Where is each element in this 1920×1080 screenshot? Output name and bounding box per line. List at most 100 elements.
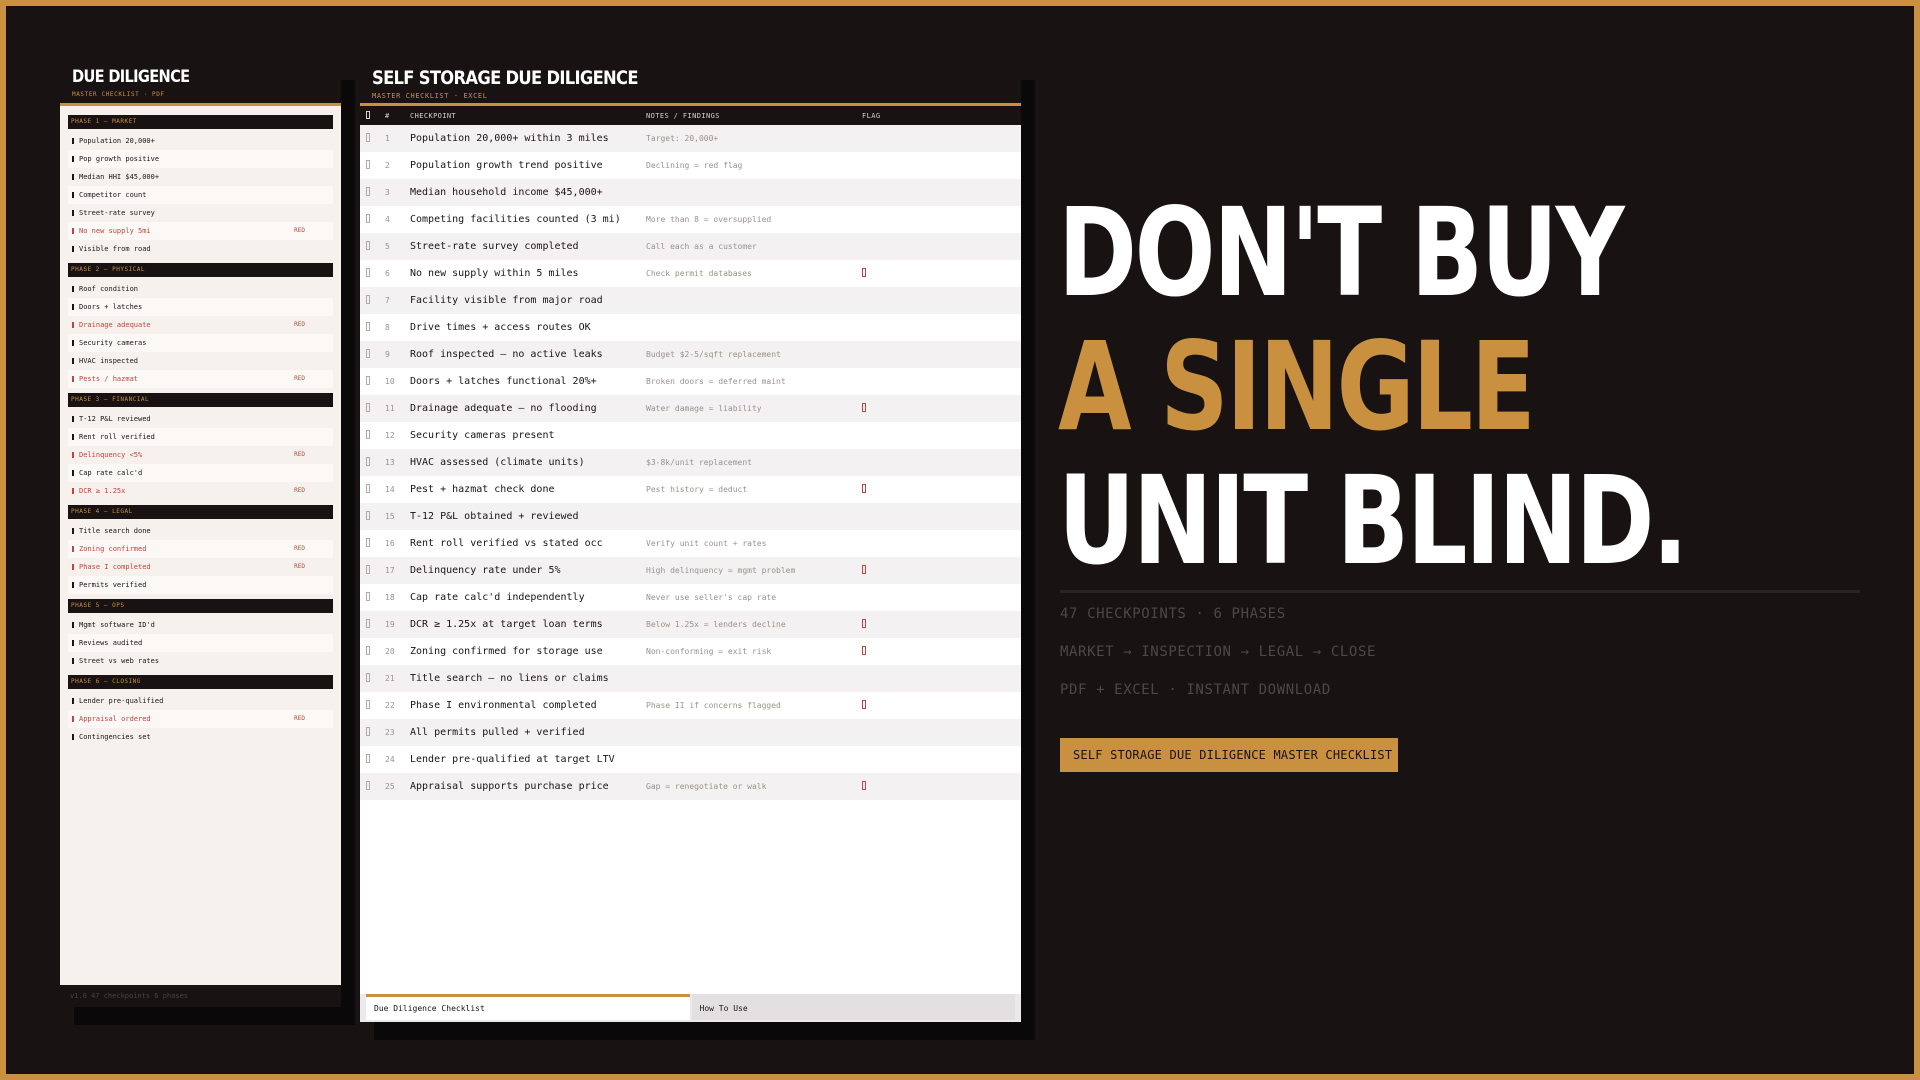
- table-row[interactable]: 10 Doors + latches functional 20%+ Broken …: [360, 368, 1021, 395]
- checkbox-icon[interactable]: [366, 159, 370, 169]
- row-checkbox[interactable]: [360, 348, 385, 361]
- row-checkbox[interactable]: [360, 456, 385, 469]
- row-checkbox[interactable]: [360, 618, 385, 631]
- checkbox-icon[interactable]: [366, 213, 370, 223]
- notes-cell[interactable]: Call each as a customer: [646, 242, 862, 251]
- table-row[interactable]: 19 DCR ≥ 1.25x at target loan terms Below …: [360, 611, 1021, 638]
- pdf-checklist-item[interactable]: DCR ≥ 1.25x RED: [68, 482, 333, 500]
- checkbox-icon[interactable]: [72, 174, 74, 180]
- notes-cell[interactable]: High delinquency = mgmt problem: [646, 566, 862, 575]
- row-checkbox[interactable]: [360, 429, 385, 442]
- pdf-checklist-item[interactable]: Pests / hazmat RED: [68, 370, 333, 388]
- flag-icon[interactable]: [862, 780, 866, 790]
- table-row[interactable]: 25 Appraisal supports purchase price Gap =…: [360, 773, 1021, 800]
- flag-icon[interactable]: [862, 699, 866, 709]
- pdf-checklist-item[interactable]: Title search done: [68, 522, 333, 540]
- tab-how-to-use[interactable]: How To Use: [691, 994, 1015, 1020]
- notes-cell[interactable]: Budget $2-5/sqft replacement: [646, 350, 862, 359]
- flag-cell[interactable]: [862, 564, 922, 577]
- row-checkbox[interactable]: [360, 753, 385, 766]
- checkbox-icon[interactable]: [366, 645, 370, 655]
- checkbox-icon[interactable]: [366, 699, 370, 709]
- table-row[interactable]: 24 Lender pre-qualified at target LTV: [360, 746, 1021, 773]
- row-checkbox[interactable]: [360, 321, 385, 334]
- flag-cell[interactable]: [862, 780, 922, 793]
- pdf-checklist-item[interactable]: Street-rate survey: [68, 204, 333, 222]
- checkbox-icon[interactable]: [72, 734, 74, 740]
- checkbox-icon[interactable]: [366, 132, 370, 142]
- checkbox-icon[interactable]: [72, 488, 74, 494]
- table-row[interactable]: 8 Drive times + access routes OK: [360, 314, 1021, 341]
- checkpoint-cell[interactable]: DCR ≥ 1.25x at target loan terms: [410, 619, 646, 630]
- checkpoint-cell[interactable]: No new supply within 5 miles: [410, 268, 646, 279]
- pdf-checklist-item[interactable]: Appraisal ordered RED: [68, 710, 333, 728]
- row-checkbox[interactable]: [360, 159, 385, 172]
- checkbox-icon[interactable]: [72, 564, 74, 570]
- checkpoint-cell[interactable]: Population 20,000+ within 3 miles: [410, 133, 646, 144]
- checkpoint-cell[interactable]: Facility visible from major road: [410, 295, 646, 306]
- checkbox-icon[interactable]: [366, 429, 370, 439]
- checkbox-icon[interactable]: [366, 348, 370, 358]
- checkpoint-cell[interactable]: Lender pre-qualified at target LTV: [410, 754, 646, 765]
- checkpoint-cell[interactable]: Rent roll verified vs stated occ: [410, 538, 646, 549]
- checkbox-icon[interactable]: [366, 780, 370, 790]
- table-row[interactable]: 21 Title search — no liens or claims: [360, 665, 1021, 692]
- flag-cell[interactable]: [862, 483, 922, 496]
- checkpoint-cell[interactable]: HVAC assessed (climate units): [410, 457, 646, 468]
- row-checkbox[interactable]: [360, 483, 385, 496]
- checkbox-icon[interactable]: [72, 470, 74, 476]
- pdf-checklist-item[interactable]: Visible from road: [68, 240, 333, 258]
- checkbox-icon[interactable]: [72, 416, 74, 422]
- checkpoint-cell[interactable]: Appraisal supports purchase price: [410, 781, 646, 792]
- pdf-checklist-item[interactable]: Population 20,000+: [68, 132, 333, 150]
- checkbox-icon[interactable]: [366, 537, 370, 547]
- checkbox-icon[interactable]: [366, 591, 370, 601]
- checkpoint-cell[interactable]: Security cameras present: [410, 430, 646, 441]
- checkbox-icon[interactable]: [72, 528, 74, 534]
- row-checkbox[interactable]: [360, 564, 385, 577]
- checkbox-icon[interactable]: [72, 358, 74, 364]
- checkpoint-cell[interactable]: All permits pulled + verified: [410, 727, 646, 738]
- pdf-checklist-item[interactable]: Delinquency <5% RED: [68, 446, 333, 464]
- table-row[interactable]: 12 Security cameras present: [360, 422, 1021, 449]
- notes-cell[interactable]: Pest history = deduct: [646, 485, 862, 494]
- pdf-checklist-item[interactable]: No new supply 5mi RED: [68, 222, 333, 240]
- flag-icon[interactable]: [862, 483, 866, 493]
- table-row[interactable]: 6 No new supply within 5 miles Check permi…: [360, 260, 1021, 287]
- checkpoint-cell[interactable]: Population growth trend positive: [410, 160, 646, 171]
- checkbox-icon[interactable]: [72, 286, 74, 292]
- pdf-checklist-item[interactable]: Cap rate calc'd: [68, 464, 333, 482]
- row-checkbox[interactable]: [360, 726, 385, 739]
- notes-cell[interactable]: Verify unit count + rates: [646, 539, 862, 548]
- row-checkbox[interactable]: [360, 402, 385, 415]
- checkbox-icon[interactable]: [366, 726, 370, 736]
- table-row[interactable]: 1 Population 20,000+ within 3 miles Target…: [360, 125, 1021, 152]
- flag-cell[interactable]: [862, 699, 922, 712]
- pdf-checklist-item[interactable]: Security cameras: [68, 334, 333, 352]
- row-checkbox[interactable]: [360, 375, 385, 388]
- row-checkbox[interactable]: [360, 699, 385, 712]
- checkbox-icon[interactable]: [72, 698, 74, 704]
- pdf-checklist-item[interactable]: Street vs web rates: [68, 652, 333, 670]
- pdf-checklist-item[interactable]: Rent roll verified: [68, 428, 333, 446]
- table-row[interactable]: 22 Phase I environmental completed Phase I…: [360, 692, 1021, 719]
- checkbox-icon[interactable]: [72, 452, 74, 458]
- checkbox-icon[interactable]: [72, 138, 74, 144]
- checkbox-icon[interactable]: [72, 246, 74, 252]
- pdf-checklist-item[interactable]: T-12 P&L reviewed: [68, 410, 333, 428]
- pdf-checklist-item[interactable]: HVAC inspected: [68, 352, 333, 370]
- checkbox-icon[interactable]: [366, 753, 370, 763]
- checkbox-icon[interactable]: [72, 546, 74, 552]
- checkbox-icon[interactable]: [72, 228, 74, 234]
- notes-cell[interactable]: Below 1.25x = lenders decline: [646, 620, 862, 629]
- checkbox-icon[interactable]: [366, 321, 370, 331]
- checkbox-icon[interactable]: [366, 267, 370, 277]
- notes-cell[interactable]: Water damage = liability: [646, 404, 862, 413]
- pdf-checklist-item[interactable]: Competitor count: [68, 186, 333, 204]
- table-row[interactable]: 14 Pest + hazmat check done Pest history =…: [360, 476, 1021, 503]
- pdf-checklist-item[interactable]: Median HHI $45,000+: [68, 168, 333, 186]
- notes-cell[interactable]: Declining = red flag: [646, 161, 862, 170]
- pdf-checklist-item[interactable]: Roof condition: [68, 280, 333, 298]
- row-checkbox[interactable]: [360, 537, 385, 550]
- notes-cell[interactable]: More than 8 = oversupplied: [646, 215, 862, 224]
